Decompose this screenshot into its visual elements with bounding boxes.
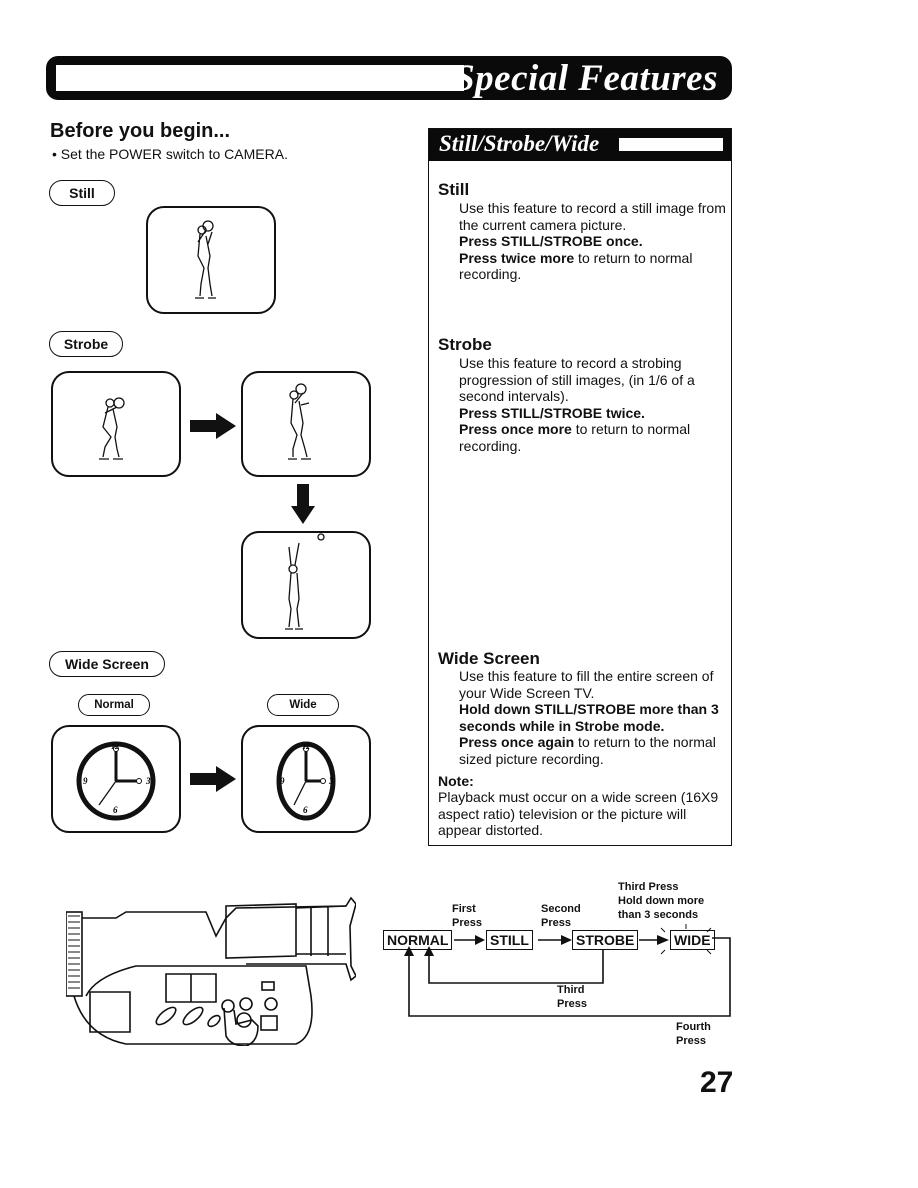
still-return-bold: Press twice more (459, 249, 575, 266)
arrow-right-icon (190, 766, 236, 792)
arrow-down-icon (291, 484, 315, 524)
flow-arrows (404, 924, 731, 1017)
clock-number-6: 6 (303, 805, 308, 815)
arrow-head-icon (475, 935, 485, 945)
clock-number-12: 12 (111, 742, 119, 751)
before-bullet: • Set the POWER switch to CAMERA. (52, 146, 288, 162)
still-screen (146, 206, 276, 314)
clock-number-3: 3 (328, 776, 334, 786)
strobe-screen-2 (241, 371, 371, 477)
player-figure-icon (195, 220, 216, 299)
still-instruction: Press STILL/STROBE once. (459, 233, 643, 249)
player-figure-icon (285, 533, 325, 630)
strobe-text: Use this feature to record a strobing pr… (459, 355, 695, 404)
player-figure-icon (99, 397, 125, 460)
section-banner: Special Features (46, 56, 732, 100)
description-box-header: Still/Strobe/Wide (429, 129, 731, 161)
wide-label-pill: Wide (267, 694, 339, 716)
wide-screen-description: Use this feature to fill the entire scre… (459, 668, 727, 767)
third-press-hold-label: Third Press Hold down more than 3 seconds (618, 881, 705, 921)
wide-return-bold: Press once again (459, 734, 575, 750)
player-figure-icon (288, 383, 311, 460)
banner-blank-bar (56, 65, 464, 91)
clock-number-9: 9 (280, 776, 285, 786)
clock-number-3: 3 (145, 776, 151, 786)
clock-icon: 12 3 6 9 (276, 741, 336, 821)
wide-instruction: Hold down STILL/STROBE more than 3 secon… (459, 701, 719, 734)
wide-screen-label-pill: Wide Screen (49, 651, 165, 677)
strobe-description: Use this feature to record a strobing pr… (459, 355, 729, 454)
clock-number-9: 9 (83, 776, 88, 786)
wide-clock-screen: 12 3 6 9 (241, 725, 371, 833)
wide-screen-heading: Wide Screen (438, 649, 540, 668)
note-heading: Note: (438, 773, 474, 789)
arrow-head-icon (561, 935, 572, 945)
normal-label-pill: Normal (78, 694, 150, 716)
clock-number-12: 12 (302, 742, 310, 751)
still-description: Use this feature to record a still image… (459, 200, 729, 283)
page-title: Special Features (454, 58, 718, 99)
normal-clock-screen: 12 3 6 9 (51, 725, 181, 833)
wide-text: Use this feature to fill the entire scre… (459, 668, 714, 701)
camcorder-illustration (66, 896, 356, 1046)
strobe-return-bold: Press once more (459, 421, 572, 437)
strobe-screen-1 (51, 371, 181, 477)
page-number: 27 (700, 1066, 734, 1099)
still-label-pill: Still (49, 180, 115, 206)
strobe-heading: Strobe (438, 335, 492, 354)
still-text: Use this feature to record a still image… (459, 200, 726, 233)
before-heading: Before you begin... (50, 120, 231, 142)
strobe-screen-3 (241, 531, 371, 639)
description-box-title: Still/Strobe/Wide (439, 131, 600, 156)
clock-icon: 12 3 6 9 (76, 741, 156, 821)
arrow-head-icon (424, 946, 434, 956)
note-text: Playback must occur on a wide screen (16… (438, 789, 719, 838)
strobe-instruction: Press STILL/STROBE twice. (459, 404, 645, 421)
clock-number-6: 6 (113, 805, 118, 815)
arrow-right-icon (190, 413, 236, 439)
header-blank-bar (619, 138, 723, 151)
arrow-head-icon (404, 946, 414, 956)
strobe-label-pill: Strobe (49, 331, 123, 357)
arrow-head-icon (657, 935, 669, 945)
still-heading: Still (438, 180, 470, 199)
